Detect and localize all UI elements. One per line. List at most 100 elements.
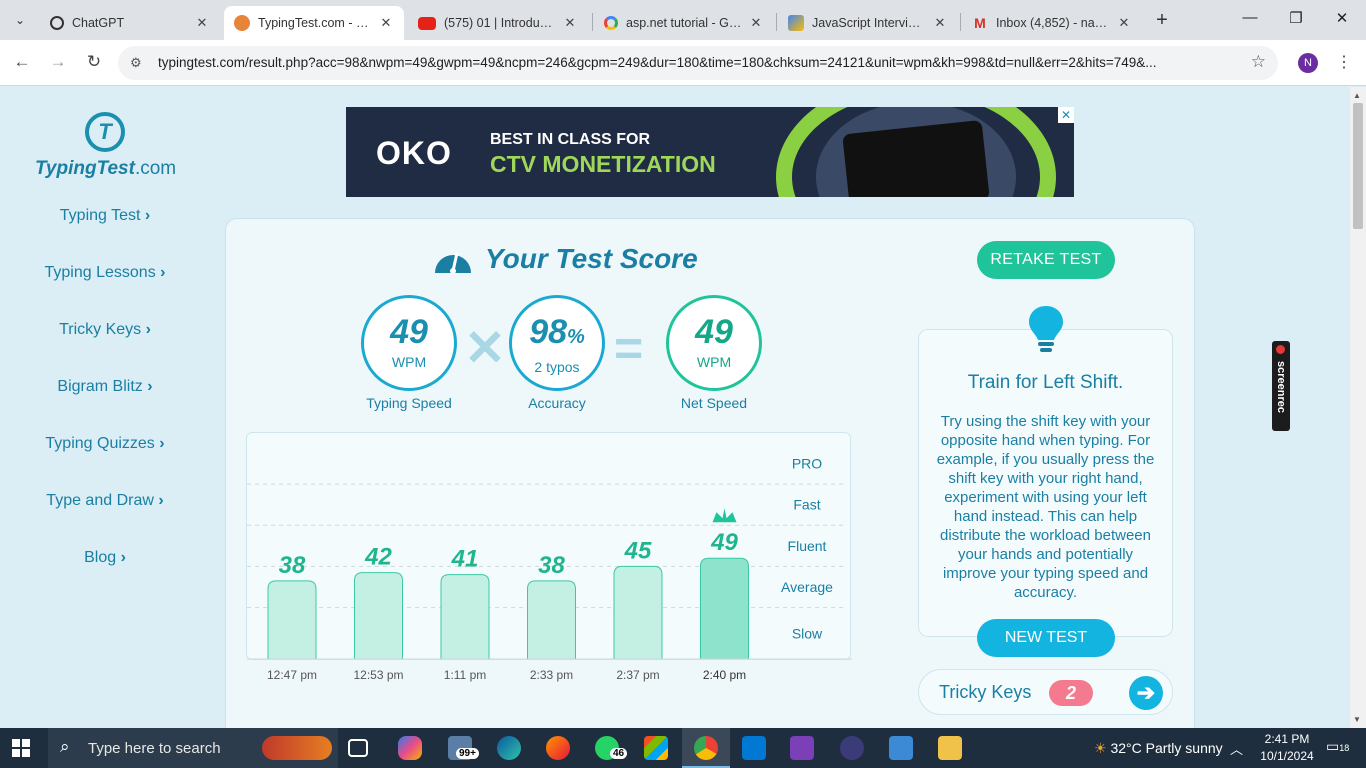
back-icon[interactable]: ←	[11, 52, 33, 72]
nav-typing-test[interactable]: Typing Test ›	[20, 207, 190, 264]
bar-value-label: 42	[364, 544, 392, 571]
screenrec-label: screenrec	[1275, 361, 1287, 413]
arrow-right-icon[interactable]: ➔	[1129, 676, 1163, 710]
x-tick-label: 2:33 pm	[530, 668, 573, 682]
scroll-up-icon[interactable]: ▲	[1353, 91, 1361, 100]
visual-studio-icon[interactable]	[790, 736, 814, 760]
tab-search-chevron-icon[interactable]: ⌄	[8, 8, 32, 32]
notification-count: 18	[1339, 743, 1350, 753]
tab-typingtest[interactable]: TypingTest.com - View Your Score ✕	[224, 6, 404, 40]
weather-widget[interactable]: ☀ 32°C Partly sunny	[1094, 740, 1223, 757]
chart-svg: 25456585PROFastFluentAverageSlow3812:47 …	[247, 456, 852, 682]
chart-bar	[440, 574, 490, 660]
minimize-icon[interactable]: —	[1230, 9, 1270, 26]
chevron-right-icon: ›	[147, 378, 153, 395]
nav-bigram-blitz[interactable]: Bigram Blitz ›	[20, 378, 190, 435]
net-speed-value: 49	[695, 313, 733, 351]
typingtest-favicon-icon	[234, 15, 250, 31]
tab-chatgpt[interactable]: ChatGPT ✕	[40, 6, 220, 40]
notification-center-icon[interactable]: ▭18	[1326, 738, 1349, 755]
tab-close-icon[interactable]: ✕	[194, 15, 210, 31]
advertisement-banner[interactable]: OKO BEST IN CLASS FOR CTV MONETIZATION ✕	[346, 107, 1074, 197]
score-title: Your Test Score	[431, 239, 698, 279]
task-view-icon[interactable]	[348, 739, 368, 757]
net-speed-unit: WPM	[696, 354, 732, 370]
firefox-icon[interactable]	[546, 736, 570, 760]
restore-icon[interactable]: ❐	[1276, 9, 1316, 27]
screenrec-widget[interactable]: screenrec	[1272, 341, 1290, 431]
nav-blog[interactable]: Blog ›	[20, 549, 190, 606]
tab-close-icon[interactable]: ✕	[748, 15, 764, 31]
new-tab-icon[interactable]: +	[1150, 9, 1174, 32]
retake-test-button[interactable]: RETAKE TEST	[977, 241, 1115, 279]
tab-gmail[interactable]: M Inbox (4,852) - nandini ✕	[962, 6, 1142, 40]
nav-tricky-keys[interactable]: Tricky Keys ›	[20, 321, 190, 378]
page-scrollbar[interactable]: ▲ ▼	[1350, 87, 1366, 728]
accuracy-label: Accuracy	[528, 395, 586, 411]
remote-desktop-icon[interactable]	[889, 736, 913, 760]
browser-menu-icon[interactable]: ⋮	[1336, 52, 1352, 72]
windows-start-icon[interactable]	[12, 739, 30, 757]
nav-typing-quizzes[interactable]: Typing Quizzes ›	[20, 435, 190, 492]
chart-bar	[700, 557, 749, 660]
close-window-icon[interactable]: ✕	[1322, 9, 1362, 27]
reload-icon[interactable]: ↻	[83, 52, 105, 72]
typing-speed-value: 49	[390, 313, 428, 351]
store-icon[interactable]	[644, 736, 668, 760]
url-text[interactable]: typingtest.com/result.php?acc=98&nwpm=49…	[158, 55, 1238, 70]
tab-close-icon[interactable]: ✕	[1116, 15, 1132, 31]
score-history-chart: 25456585PROFastFluentAverageSlow3812:47 …	[246, 432, 852, 682]
chrome-icon[interactable]	[694, 736, 718, 760]
equals-icon: =	[614, 320, 644, 376]
scrollbar-thumb[interactable]	[1353, 103, 1363, 229]
score-card: Your Test Score RETAKE TEST 49 WPM Typin…	[225, 218, 1195, 728]
eclipse-icon[interactable]	[840, 736, 864, 760]
x-tick-label: 2:37 pm	[616, 668, 659, 682]
clock-time: 2:41 PM	[1264, 732, 1310, 746]
nav-label: Tricky Keys	[59, 321, 142, 338]
tricky-keys-row[interactable]: Tricky Keys 2 ➔	[918, 669, 1173, 715]
bar-value-label: 38	[279, 552, 306, 579]
tab-close-icon[interactable]: ✕	[932, 15, 948, 31]
new-test-button[interactable]: NEW TEST	[977, 619, 1115, 657]
tab-javascript[interactable]: JavaScript Interview Questions ✕	[778, 6, 958, 40]
tab-close-icon[interactable]: ✕	[562, 15, 578, 31]
nav-typing-lessons[interactable]: Typing Lessons ›	[20, 264, 190, 321]
doc-favicon-icon	[788, 15, 804, 31]
bookmark-star-icon[interactable]: ☆	[1251, 52, 1266, 72]
band-label: Fast	[793, 497, 820, 513]
copilot-icon[interactable]	[398, 736, 422, 760]
edge-icon[interactable]	[497, 736, 521, 760]
ad-headline: BEST IN CLASS FOR	[490, 131, 651, 148]
taskbar-clock[interactable]: 2:41 PM 10/1/2024	[1256, 731, 1318, 765]
vscode-icon[interactable]	[742, 736, 766, 760]
nav-label: Typing Test	[59, 207, 141, 224]
net-speed-circle: 49 WPM	[666, 295, 762, 391]
tab-title: (575) 01 | Introduction	[444, 16, 556, 30]
profile-avatar[interactable]: N	[1298, 53, 1318, 73]
system-tray-chevron-icon[interactable]: ︿	[1230, 739, 1243, 758]
forward-icon[interactable]: →	[47, 52, 69, 72]
band-label: Average	[781, 579, 833, 595]
logo-icon: T	[85, 112, 125, 152]
tab-google[interactable]: asp.net tutorial - Google Search ✕	[594, 6, 774, 40]
tricky-keys-count-badge: 2	[1049, 680, 1093, 706]
ad-close-icon[interactable]: ✕	[1058, 107, 1074, 123]
tip-title: Train for Left Shift.	[967, 372, 1124, 393]
accuracy-circle: 98% 2 typos	[509, 295, 605, 391]
crown-icon	[712, 508, 737, 523]
site-logo[interactable]: T TypingTest.com	[35, 112, 177, 180]
x-tick-label: 12:47 pm	[267, 668, 317, 682]
tab-youtube[interactable]: (575) 01 | Introduction ✕	[408, 6, 588, 40]
site-info-icon[interactable]: ⚙	[130, 55, 142, 71]
file-explorer-icon[interactable]	[938, 736, 962, 760]
tab-close-icon[interactable]: ✕	[378, 15, 394, 31]
nav-type-and-draw[interactable]: Type and Draw ›	[20, 492, 190, 549]
nav-label: Typing Lessons	[44, 264, 156, 281]
search-highlight-icon[interactable]	[262, 736, 332, 760]
scroll-down-icon[interactable]: ▼	[1353, 715, 1361, 724]
training-tip-card: Train for Left Shift. Try using the shif…	[918, 306, 1173, 657]
logo-suffix: .com	[134, 158, 177, 179]
omnibox[interactable]: ⚙ typingtest.com/result.php?acc=98&nwpm=…	[118, 46, 1278, 80]
bar-value-label: 49	[710, 529, 738, 556]
